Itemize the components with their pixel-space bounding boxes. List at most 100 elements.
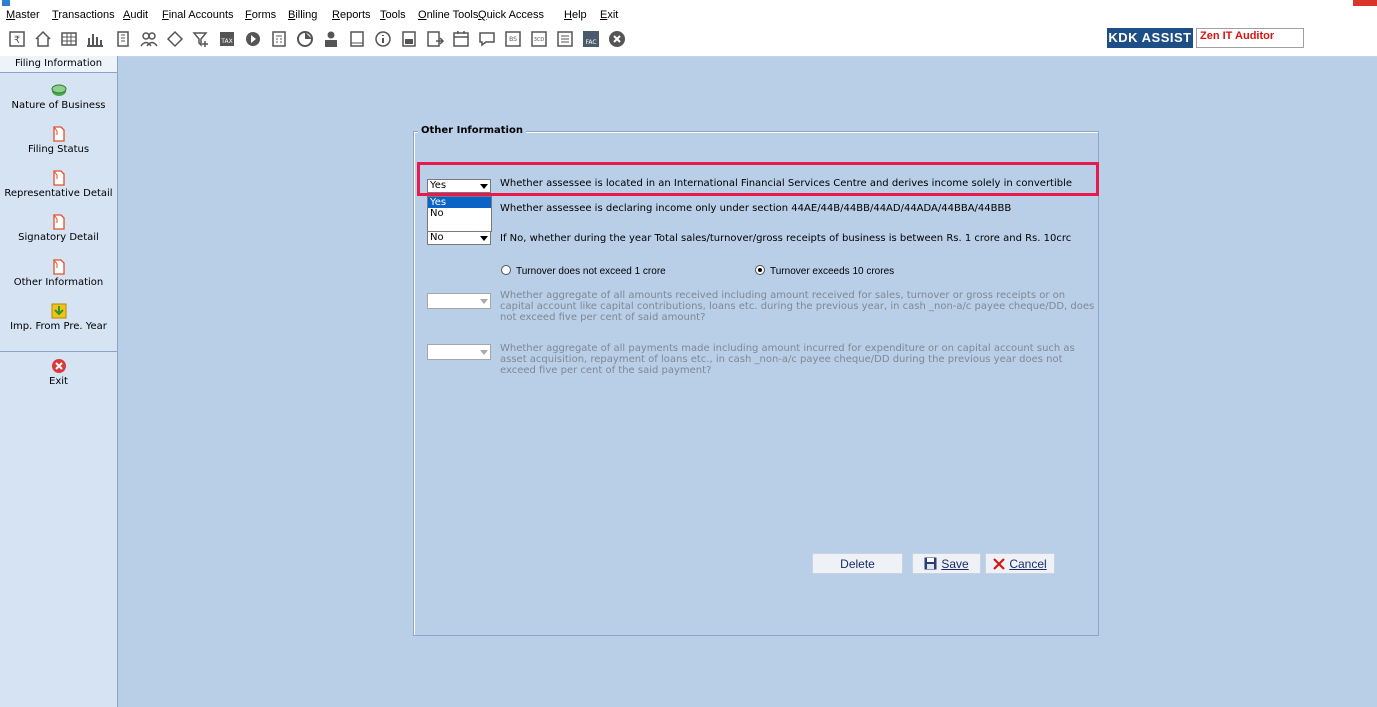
chevron-down-icon[interactable] (477, 180, 490, 192)
report-icon[interactable] (398, 28, 420, 50)
cash-payments-question-label: Whether aggregate of all payments made i… (500, 343, 1075, 376)
sidebar-divider (0, 351, 117, 352)
sidebar-item-label: Exit (49, 376, 68, 387)
money-icon (51, 84, 66, 96)
sidebar-item-label: Other Information (13, 277, 104, 288)
radio-label: Turnover exceeds 10 crores (770, 266, 895, 277)
sidebar-item-other-information[interactable]: Other Information (0, 259, 117, 288)
menu-quick-access[interactable]: Quick Access (478, 9, 544, 21)
menu-forms[interactable]: Forms (245, 9, 276, 21)
import-icon (51, 303, 66, 319)
document-icon (52, 170, 65, 186)
presumptive-question-label: Whether assessee is declaring income onl… (500, 203, 1012, 214)
menu-master[interactable]: Master (6, 9, 40, 21)
export-icon[interactable] (424, 28, 446, 50)
ifsc-combo[interactable]: Yes (427, 179, 491, 193)
delete-button[interactable]: Delete (812, 553, 903, 574)
sidebar-item-label: Representative Detail (4, 188, 113, 199)
kdk-assist-button[interactable]: KDK ASSIST (1107, 28, 1193, 48)
zen-it-auditor-field[interactable]: Zen IT Auditor (1196, 28, 1304, 48)
radio-turnover-10-crores[interactable]: Turnover exceeds 10 crores (755, 265, 894, 277)
menu-reports[interactable]: Reports (332, 9, 371, 21)
radio-turnover-1-crore[interactable]: Turnover does not exceed 1 crore (501, 265, 666, 277)
fac-icon[interactable]: FAC (580, 28, 602, 50)
svg-text:FAC: FAC (585, 39, 596, 46)
turnover-combo[interactable]: No (427, 231, 491, 245)
rupee-icon[interactable]: ₹ (6, 28, 28, 50)
sidebar-item-import-previous-year[interactable]: Imp. From Pre. Year (0, 303, 117, 332)
sidebar-item-signatory-detail[interactable]: Signatory Detail (0, 214, 117, 243)
cash-payments-combo[interactable] (427, 344, 491, 360)
menu-bar: Master Transactions Audit Final Accounts… (0, 6, 1377, 24)
3cd-icon[interactable]: 3CD (528, 28, 550, 50)
cancel-button-label: Cancel (1009, 556, 1047, 571)
chat-icon[interactable] (476, 28, 498, 50)
ifsc-combo-value: Yes (430, 180, 447, 191)
calculator-icon[interactable] (268, 28, 290, 50)
save-button[interactable]: Save (912, 553, 981, 574)
menu-exit[interactable]: Exit (600, 9, 618, 21)
calendar-icon[interactable] (450, 28, 472, 50)
toggle-icon[interactable] (242, 28, 264, 50)
menu-online-tools[interactable]: Online Tools (418, 9, 478, 21)
floppy-disk-icon (924, 557, 937, 570)
radio-circle-selected[interactable] (755, 265, 765, 275)
group-icon[interactable] (138, 28, 160, 50)
sheet-icon[interactable] (554, 28, 576, 50)
sidebar-item-exit[interactable]: Exit (0, 358, 117, 387)
cancel-button[interactable]: Cancel (985, 553, 1055, 574)
book-icon[interactable] (346, 28, 368, 50)
svg-text:BS: BS (509, 36, 517, 43)
chevron-down-icon[interactable] (477, 294, 490, 308)
pie-chart-icon[interactable] (294, 28, 316, 50)
ifsc-question-label: Whether assessee is located in an Intern… (500, 178, 1073, 189)
cash-receipts-question-label: Whether aggregate of all amounts receive… (500, 290, 1095, 323)
filter-icon[interactable] (190, 28, 212, 50)
dropdown-option-yes[interactable]: Yes (428, 197, 491, 208)
tag-icon[interactable] (164, 28, 186, 50)
menu-tools[interactable]: Tools (380, 9, 406, 21)
svg-text:TAX: TAX (220, 38, 232, 45)
grid-icon[interactable] (58, 28, 80, 50)
delete-button-label: Delete (840, 556, 875, 571)
sidebar-item-label: Imp. From Pre. Year (10, 321, 107, 332)
cash-receipts-combo[interactable] (427, 293, 491, 309)
bs-icon[interactable]: BS (502, 28, 524, 50)
sidebar: Filing Information Nature of Business Fi… (0, 56, 118, 707)
sidebar-item-label: Filing Status (27, 144, 90, 155)
radio-label: Turnover does not exceed 1 crore (516, 266, 666, 277)
sidebar-header: Filing Information (0, 56, 117, 73)
chevron-down-icon[interactable] (477, 232, 490, 244)
menu-help[interactable]: Help (564, 9, 587, 21)
radio-circle[interactable] (501, 265, 511, 275)
chevron-down-icon[interactable] (477, 345, 490, 359)
sidebar-item-filing-status[interactable]: Filing Status (0, 126, 117, 155)
document-icon (52, 214, 65, 230)
building-icon[interactable] (112, 28, 134, 50)
menu-billing[interactable]: Billing (288, 9, 317, 21)
menu-final-accounts[interactable]: Final Accounts (162, 9, 234, 21)
pay-icon[interactable] (320, 28, 342, 50)
tax-icon[interactable]: TAX (216, 28, 238, 50)
ifsc-dropdown-list: Yes No (427, 196, 492, 232)
sidebar-item-representative-detail[interactable]: Representative Detail (0, 170, 117, 199)
sidebar-item-label: Nature of Business (11, 100, 106, 111)
toolbar: ₹ TAX BS 3CD FAC KDK ASSIST Zen IT Audit… (0, 24, 1377, 57)
exit-icon (51, 359, 66, 373)
cross-icon (993, 557, 1006, 570)
home-icon[interactable] (32, 28, 54, 50)
menu-audit[interactable]: Audit (123, 9, 148, 21)
dropdown-option-no[interactable]: No (428, 208, 491, 219)
close-circle-icon[interactable] (606, 28, 628, 50)
bar-chart-icon[interactable] (84, 28, 106, 50)
sidebar-item-nature-of-business[interactable]: Nature of Business (0, 82, 117, 111)
document-icon (52, 259, 65, 275)
svg-text:3CD: 3CD (534, 37, 545, 43)
info-icon[interactable] (372, 28, 394, 50)
sidebar-item-label: Signatory Detail (18, 232, 99, 243)
panel-title: Other Information (418, 125, 526, 136)
document-icon (52, 126, 65, 142)
menu-transactions[interactable]: Transactions (52, 9, 115, 21)
turnover-combo-value: No (430, 232, 444, 243)
turnover-question-label: If No, whether during the year Total sal… (500, 233, 1072, 244)
